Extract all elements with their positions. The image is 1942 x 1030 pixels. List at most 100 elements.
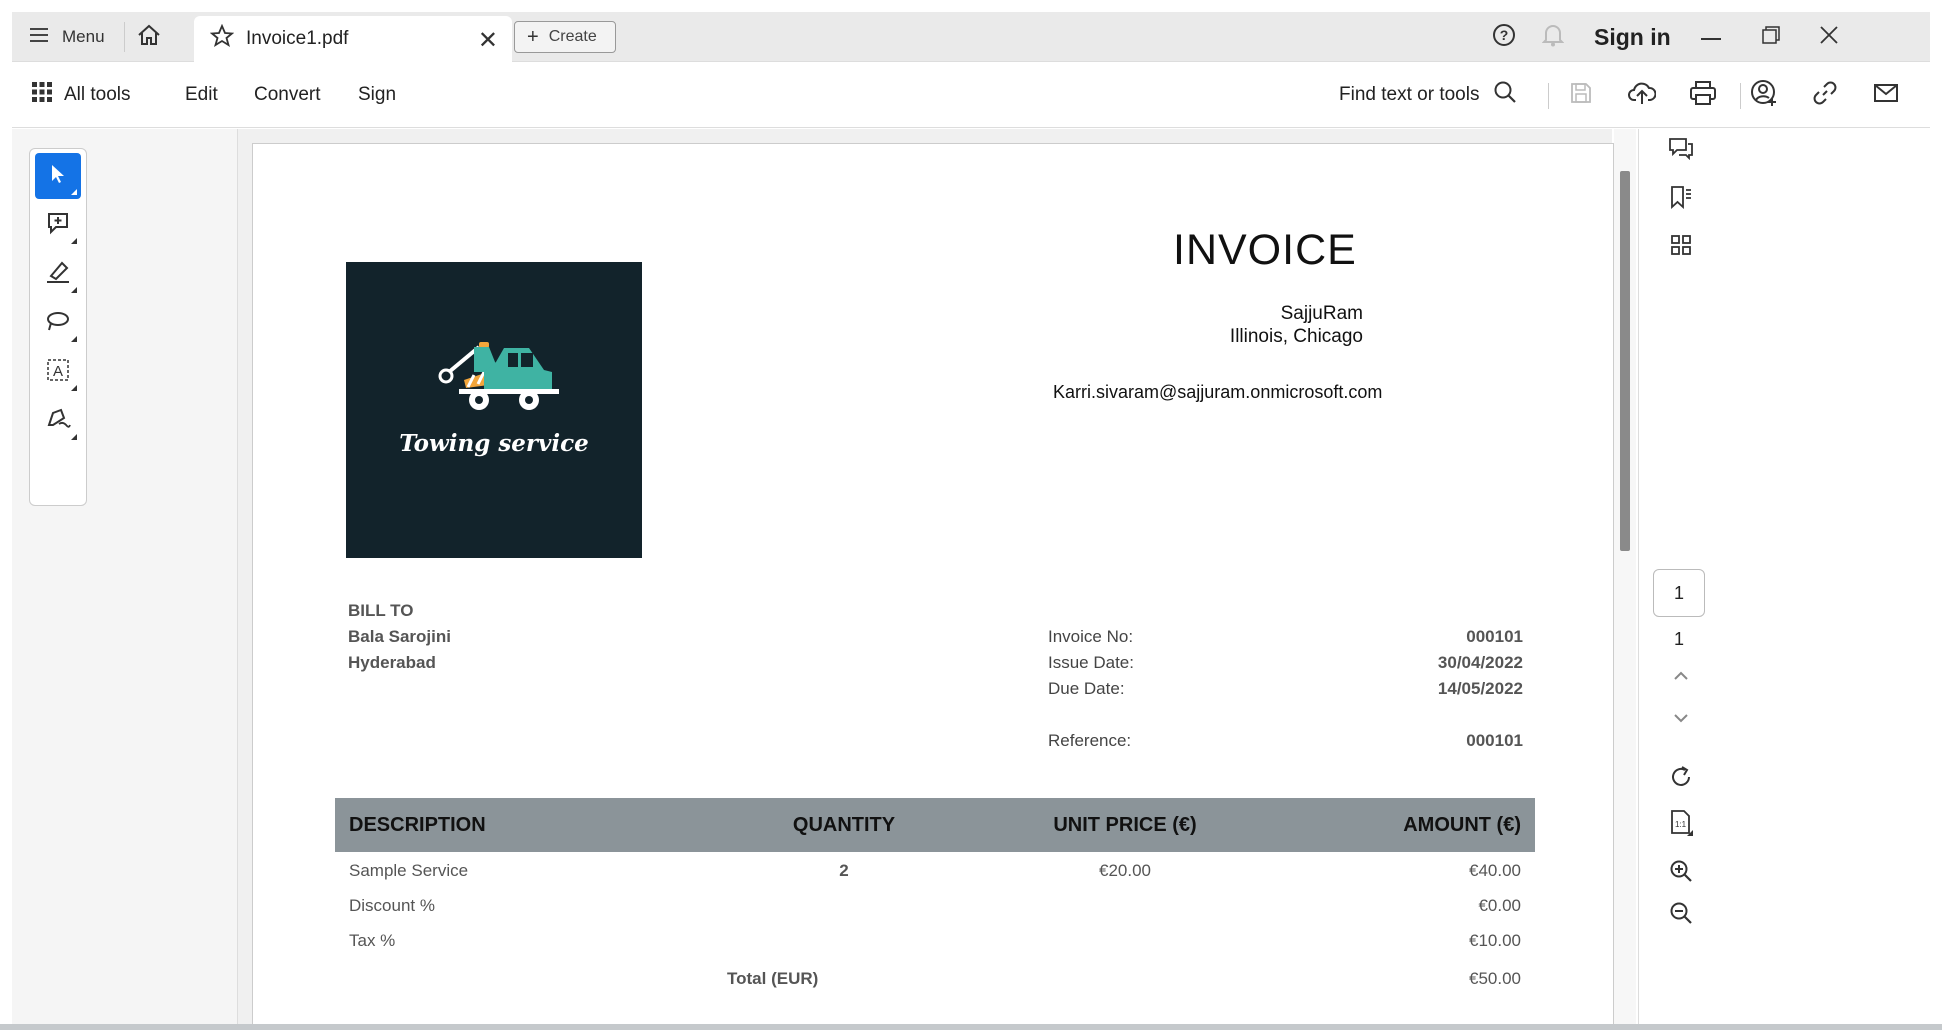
apps-grid-icon [32,82,52,108]
row-quantity: 2 [839,861,849,880]
cursor-icon [49,163,67,190]
row-amount: €10.00 [1469,931,1521,950]
divider [1548,83,1549,109]
meta-value: 30/04/2022 [1437,653,1523,672]
previous-page-button[interactable] [1661,657,1701,697]
sender-email: Karri.sivaram@sajjuram.onmicrosoft.com [1053,382,1383,402]
minimize-button[interactable] [1686,12,1736,62]
help-icon: ? [1492,23,1516,52]
next-page-button[interactable] [1661,699,1701,739]
sender-location: Illinois, Chicago [1229,326,1363,347]
edit-menu[interactable]: Edit [185,62,218,128]
meta-value: 14/05/2022 [1437,679,1523,698]
acrobat-window: Menu Invoice1.pdf ✕ + Create ? Sign in A… [12,12,1930,1024]
rotate-button[interactable] [1661,759,1701,799]
sender-name: SajjuRam [1280,303,1363,324]
share-with-people-button[interactable] [1748,79,1780,111]
thumbnails-panel-button[interactable] [1661,227,1701,267]
table-header: DESCRIPTION QUANTITY UNIT PRICE (€) AMOU… [335,798,1535,852]
home-button[interactable] [137,12,161,62]
pdf-page: Towing service INVOICE SajjuRam Illinois… [252,143,1614,1024]
all-tools-button[interactable]: All tools [32,62,131,128]
quick-tools-palette: A [29,148,87,506]
row-amount: €0.00 [1478,896,1521,915]
row-description: Sample Service [349,861,469,880]
tab-invoice1[interactable]: Invoice1.pdf ✕ [194,16,512,62]
svg-text:A: A [53,363,63,380]
highlighter-icon [45,260,71,289]
bill-to-city: Hyderabad [348,653,436,672]
comment-add-icon [46,211,70,240]
all-tools-label: All tools [64,84,131,105]
print-button[interactable] [1687,79,1719,111]
vertical-scrollbar[interactable] [1614,129,1636,1024]
close-tab-icon[interactable]: ✕ [478,26,498,55]
highlight-tool-button[interactable] [35,251,81,297]
sign-menu[interactable]: Sign [358,62,396,128]
invoice-title: INVOICE [1173,226,1357,274]
grid-icon [1671,234,1691,260]
lasso-icon [45,310,71,337]
select-tool-button[interactable] [35,153,81,199]
find-label: Find text or tools [1339,84,1480,105]
total-label: Total (EUR) [727,969,819,988]
header-amount: AMOUNT (€) [1403,813,1521,836]
find-text-or-tools[interactable]: Find text or tools [1339,62,1517,128]
bill-to-name: Bala Sarojini [348,627,451,646]
meta-row-issue-date: Issue Date: 30/04/2022 [1048,650,1523,676]
copy-link-button[interactable] [1809,79,1841,111]
comments-icon [1669,137,1693,165]
bill-to-label: BILL TO [348,601,414,620]
row-amount: €40.00 [1469,861,1521,880]
current-page-input[interactable]: 1 [1653,569,1705,617]
right-rail: 1 1 1:1 [1638,129,1930,1024]
text-box-icon: A [46,358,70,387]
fill-sign-tool-button[interactable] [35,398,81,444]
zoom-in-icon [1669,859,1693,888]
row-description: Tax % [349,931,396,950]
create-label: Create [548,28,597,45]
add-comment-tool-button[interactable] [35,202,81,248]
document-viewport[interactable]: Towing service INVOICE SajjuRam Illinois… [238,129,1614,1024]
chevron-up-icon [1673,668,1689,686]
create-button[interactable]: + Create [514,21,616,53]
row-description: Discount % [349,896,435,915]
page-count: 1 [1673,629,1684,649]
title-bar: Menu Invoice1.pdf ✕ + Create ? Sign in [12,12,1930,62]
comments-panel-button[interactable] [1661,131,1701,171]
close-icon [1820,25,1838,49]
header-unit-price: UNIT PRICE (€) [1053,813,1197,836]
save-button[interactable] [1565,79,1597,111]
draw-tool-button[interactable] [35,300,81,346]
add-user-icon [1750,79,1778,112]
restore-button[interactable] [1746,12,1796,62]
star-icon[interactable] [209,23,235,54]
scrollbar-thumb[interactable] [1620,171,1630,551]
restore-icon [1762,25,1780,49]
invoice-meta: Invoice No: 000101 Issue Date: 30/04/202… [1048,624,1523,754]
svg-text:?: ? [1500,27,1509,43]
upload-button[interactable] [1626,79,1658,111]
left-panel: A [12,129,238,1024]
text-box-tool-button[interactable]: A [35,349,81,395]
menu-label: Menu [62,27,105,46]
bookmarks-panel-button[interactable] [1661,179,1701,219]
email-button[interactable] [1870,79,1902,111]
hamburger-icon [30,27,50,48]
notifications-button[interactable] [1541,12,1565,62]
sign-in-button[interactable]: Sign in [1594,12,1671,62]
zoom-out-button[interactable] [1661,895,1701,935]
header-quantity: QUANTITY [792,813,896,836]
page-fit-button[interactable]: 1:1 [1661,805,1701,845]
meta-label: Due Date: [1048,679,1125,698]
zoom-in-button[interactable] [1661,853,1701,893]
convert-menu[interactable]: Convert [254,62,321,128]
meta-row-due-date: Due Date: 14/05/2022 [1048,676,1523,702]
close-window-button[interactable] [1804,12,1854,62]
meta-label: Reference: [1048,731,1132,750]
page-fit-icon: 1:1 [1669,809,1693,841]
search-icon [1493,80,1517,110]
menu-button[interactable]: Menu [30,12,105,62]
help-button[interactable]: ? [1492,12,1516,62]
minimize-icon [1701,28,1721,46]
